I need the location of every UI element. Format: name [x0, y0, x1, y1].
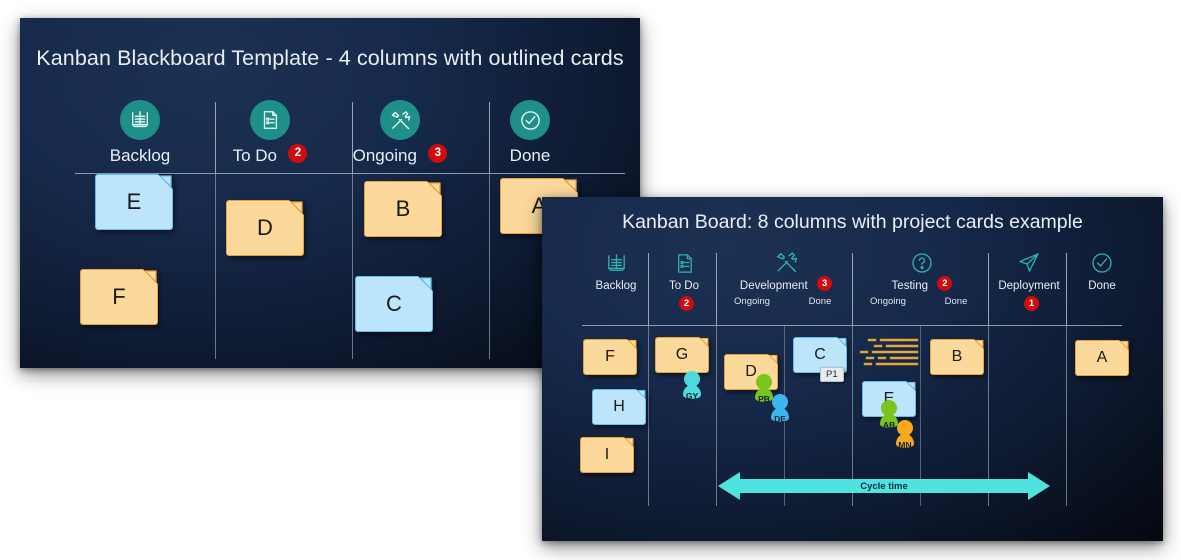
- page-fold-icon: [626, 338, 638, 350]
- avatar[interactable]: DE: [767, 393, 793, 427]
- column-header-deployment[interactable]: Deployment 1: [990, 249, 1068, 311]
- priority-tag[interactable]: P1: [820, 367, 844, 382]
- sub-label-ongoing: Ongoing: [870, 296, 906, 307]
- avatar[interactable]: GY: [679, 370, 705, 404]
- column-header-testing[interactable]: Testing 2 Ongoing Done: [854, 249, 990, 307]
- column-divider: [215, 102, 216, 174]
- column-label: Done: [509, 146, 551, 165]
- column-divider: [215, 174, 216, 359]
- column-header-done[interactable]: Done: [1068, 249, 1136, 293]
- column-divider: [489, 174, 490, 359]
- kanban-card[interactable]: F: [80, 268, 159, 325]
- status-badge: 1: [1024, 296, 1039, 311]
- kanban-card[interactable]: B: [930, 338, 985, 375]
- tools-icon: [718, 249, 854, 275]
- sub-label-done: Done: [944, 296, 968, 307]
- kanban-card[interactable]: F: [583, 338, 638, 375]
- column-label: Deployment: [998, 280, 1060, 293]
- page-fold-icon: [905, 380, 917, 392]
- column-header-done[interactable]: Done: [465, 100, 595, 166]
- avatar-initials: DE: [774, 414, 786, 424]
- check-circle-icon: [1068, 249, 1136, 275]
- page-fold-icon: [635, 388, 647, 400]
- column-label: Backlog: [595, 280, 637, 293]
- column-header-todo[interactable]: To Do 2: [205, 100, 335, 166]
- status-badge: 2: [679, 296, 694, 311]
- column-divider: [352, 174, 353, 359]
- column-label: Ongoing: [352, 146, 417, 165]
- kanban-board-8-columns-slide[interactable]: Kanban Board: 8 columns with project car…: [542, 197, 1163, 541]
- sub-column-labels: Ongoing Done: [854, 296, 990, 307]
- page-fold-icon: [288, 199, 305, 216]
- column-divider: [1066, 253, 1067, 325]
- backlog-list-icon: [582, 249, 650, 275]
- page-fold-icon: [698, 336, 710, 348]
- column-divider: [988, 253, 989, 325]
- status-badge: 2: [937, 276, 953, 292]
- column-divider: [352, 102, 353, 174]
- page-fold-icon: [417, 275, 434, 292]
- page-fold-icon: [836, 336, 848, 348]
- todo-document-icon: [250, 100, 290, 140]
- column-label: Backlog: [109, 146, 171, 165]
- page-fold-icon: [767, 353, 779, 365]
- cycle-time-arrow: Cycle time: [718, 469, 1050, 503]
- motion-lines-icon: [859, 338, 919, 366]
- column-header-ongoing[interactable]: Ongoing 3: [335, 100, 465, 166]
- column-label: Development: [739, 280, 808, 293]
- column-divider: [489, 102, 490, 174]
- status-badge: 3: [428, 143, 448, 163]
- column-divider: [852, 253, 853, 325]
- slide1-column-headers: Backlog To Do 2 Ongoing 3 Done: [75, 100, 585, 180]
- status-badge: 2: [288, 143, 308, 163]
- kanban-card[interactable]: E: [95, 173, 174, 230]
- question-circle-icon: [854, 249, 990, 275]
- slide1-title: Kanban Blackboard Template - 4 columns w…: [36, 46, 624, 70]
- column-label: To Do: [232, 146, 277, 165]
- page-fold-icon: [562, 177, 579, 194]
- kanban-card[interactable]: G: [655, 336, 710, 373]
- tools-icon: [380, 100, 420, 140]
- kanban-card[interactable]: A: [1075, 339, 1130, 376]
- column-divider: [648, 253, 649, 325]
- badge-row: 1: [990, 296, 1068, 311]
- kanban-card[interactable]: H: [592, 388, 647, 425]
- slide2-title: Kanban Board: 8 columns with project car…: [622, 211, 1083, 233]
- avatar-initials: MN: [898, 440, 912, 450]
- column-header-development[interactable]: Development 3 Ongoing Done: [718, 249, 854, 307]
- kanban-card[interactable]: B: [364, 180, 443, 237]
- column-header-backlog[interactable]: Backlog: [75, 100, 205, 166]
- column-divider: [716, 253, 717, 325]
- status-badge: 3: [817, 276, 833, 292]
- sub-label-done: Done: [808, 296, 832, 307]
- page-fold-icon: [1118, 339, 1130, 351]
- todo-document-icon: [650, 249, 718, 275]
- page-fold-icon: [973, 338, 985, 350]
- avatar[interactable]: MN: [892, 419, 918, 453]
- column-label: To Do: [668, 280, 700, 293]
- column-label: Testing: [891, 280, 928, 293]
- column-header-todo[interactable]: To Do 2: [650, 249, 718, 311]
- column-divider: [1066, 326, 1067, 506]
- cycle-time-label: Cycle time: [860, 480, 908, 492]
- backlog-list-icon: [120, 100, 160, 140]
- paper-plane-icon: [990, 249, 1068, 275]
- kanban-card[interactable]: I: [580, 436, 635, 473]
- page-fold-icon: [142, 268, 159, 285]
- badge-row: 2: [650, 296, 718, 311]
- page-fold-icon: [426, 180, 443, 197]
- column-divider: [716, 326, 717, 506]
- check-circle-icon: [510, 100, 550, 140]
- kanban-card[interactable]: C: [355, 275, 434, 332]
- sub-label-ongoing: Ongoing: [734, 296, 770, 307]
- kanban-card[interactable]: D: [226, 199, 305, 256]
- column-label: Done: [1088, 280, 1116, 293]
- page-fold-icon: [623, 436, 635, 448]
- avatar-initials: GY: [685, 391, 699, 401]
- column-divider: [648, 326, 649, 506]
- page-fold-icon: [157, 173, 174, 190]
- sub-column-labels: Ongoing Done: [718, 296, 854, 307]
- column-header-backlog[interactable]: Backlog: [582, 249, 650, 293]
